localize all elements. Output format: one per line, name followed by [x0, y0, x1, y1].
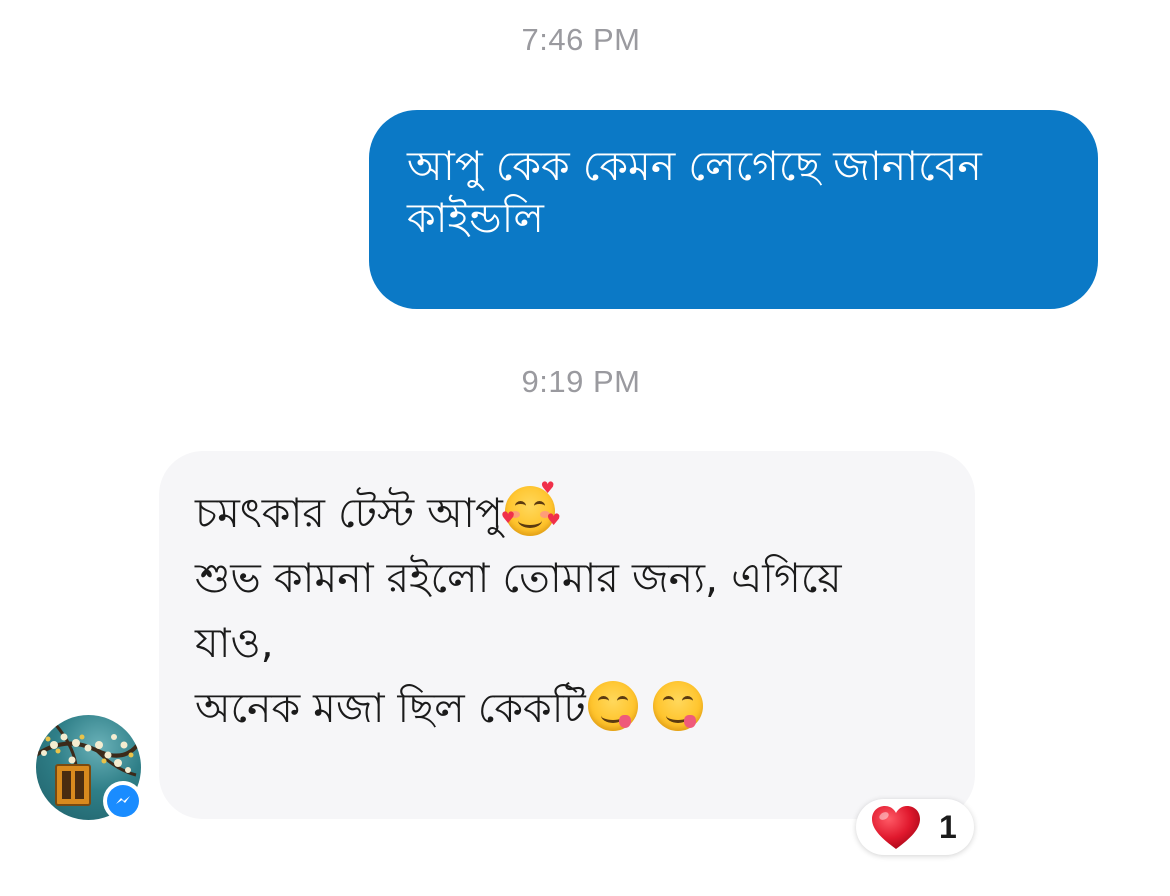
- messenger-icon: [107, 785, 139, 817]
- message-text-line: যাও,: [195, 619, 274, 667]
- message-text-line: কাইন্ডলি: [407, 194, 544, 242]
- messenger-badge: [103, 781, 143, 821]
- face-savoring-food-icon: [652, 681, 703, 731]
- message-text-line: অনেক মজা ছিল কেকটি: [195, 676, 951, 741]
- smiling-face-with-hearts-icon: ♥ ♥ ♥: [501, 480, 561, 536]
- reaction-count: 1: [939, 809, 957, 845]
- timestamp: 7:46 PM: [521, 22, 641, 57]
- red-heart-icon: [872, 806, 920, 849]
- reaction-pill[interactable]: 1: [856, 799, 974, 855]
- outgoing-message-bubble[interactable]: আপু কেক কেমন লেগেছে জানাবেন কাইন্ডলি: [369, 110, 1098, 309]
- timestamp: 9:19 PM: [521, 364, 641, 399]
- message-text-line: আপু কেক কেমন লেগেছে জানাবেন: [407, 142, 982, 190]
- incoming-message-bubble[interactable]: চমৎকার টেস্ট আপু ♥ ♥ ♥ শুভ কামনা রইলো তোমার…: [159, 451, 975, 819]
- message-text-line: শুভ কামনা রইলো তোমার জন্য, এগিয়ে: [195, 554, 842, 602]
- face-savoring-food-icon: [587, 681, 638, 731]
- message-text: চমৎকার টেস্ট আপু: [195, 489, 503, 537]
- message-text-line: চমৎকার টেস্ট আপু ♥ ♥ ♥: [195, 480, 951, 546]
- message-text: অনেক মজা ছিল কেকটি: [195, 684, 586, 732]
